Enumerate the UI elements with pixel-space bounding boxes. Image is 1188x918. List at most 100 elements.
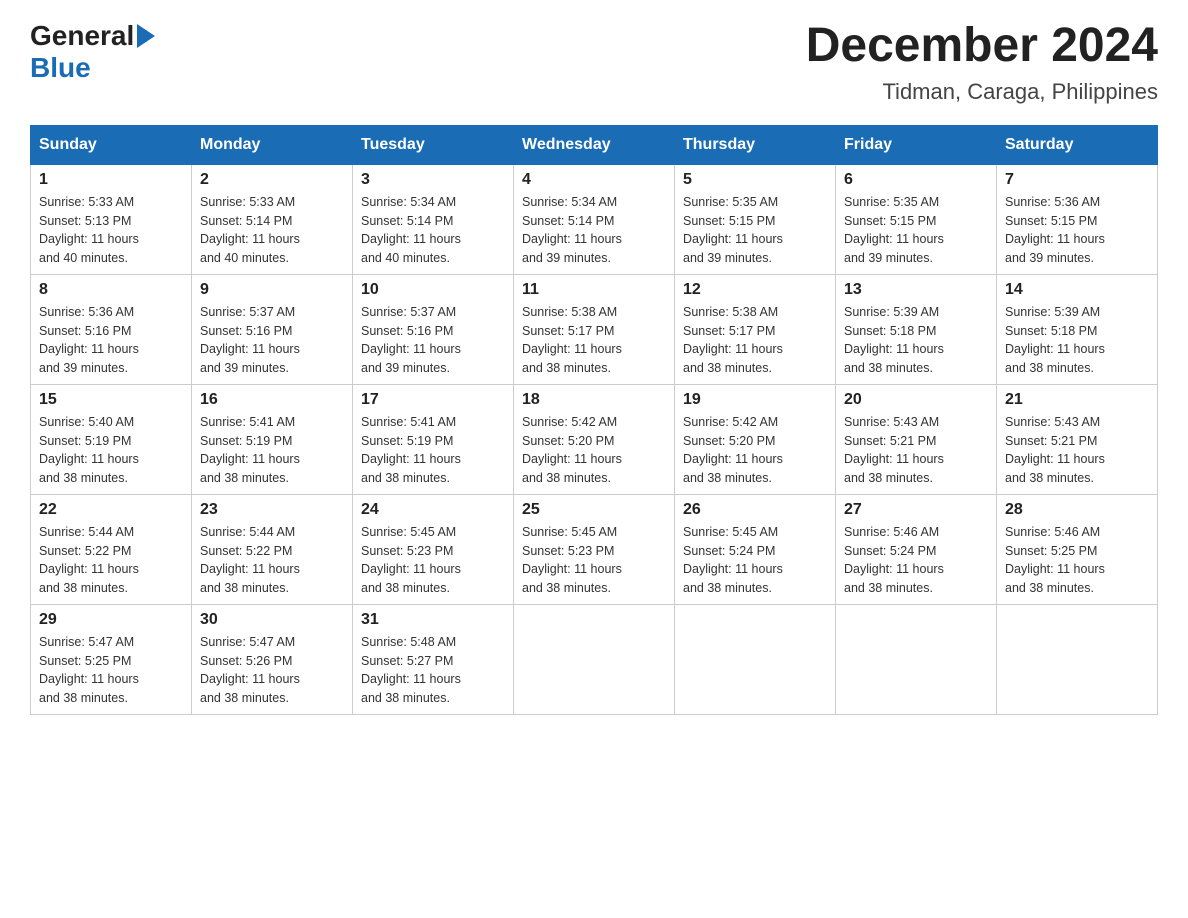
calendar-cell: 3 Sunrise: 5:34 AMSunset: 5:14 PMDaylight… <box>353 164 514 274</box>
calendar-cell: 28 Sunrise: 5:46 AMSunset: 5:25 PMDayligh… <box>997 494 1158 604</box>
page-header: General Blue December 2024 Tidman, Carag… <box>30 20 1158 105</box>
calendar-cell: 20 Sunrise: 5:43 AMSunset: 5:21 PMDayligh… <box>836 384 997 494</box>
calendar-cell <box>836 604 997 714</box>
day-number: 28 <box>1005 501 1149 519</box>
calendar-cell: 15Sunrise: 5:40 AMSunset: 5:19 PMDayligh… <box>31 384 192 494</box>
day-info: Sunrise: 5:44 AMSunset: 5:22 PMDaylight:… <box>39 523 183 598</box>
calendar-cell: 30Sunrise: 5:47 AMSunset: 5:26 PMDayligh… <box>192 604 353 714</box>
day-info: Sunrise: 5:34 AMSunset: 5:14 PMDaylight:… <box>361 193 505 268</box>
day-number: 24 <box>361 501 505 519</box>
logo-arrow-icon <box>137 24 155 48</box>
day-info: Sunrise: 5:37 AMSunset: 5:16 PMDaylight:… <box>200 303 344 378</box>
day-info: Sunrise: 5:39 AMSunset: 5:18 PMDaylight:… <box>844 303 988 378</box>
month-title: December 2024 <box>806 20 1158 73</box>
calendar-cell: 16 Sunrise: 5:41 AMSunset: 5:19 PMDayligh… <box>192 384 353 494</box>
day-info: Sunrise: 5:48 AMSunset: 5:27 PMDaylight:… <box>361 633 505 708</box>
day-number: 13 <box>844 281 988 299</box>
day-info: Sunrise: 5:42 AMSunset: 5:20 PMDaylight:… <box>522 413 666 488</box>
day-number: 20 <box>844 391 988 409</box>
calendar-body: 1 Sunrise: 5:33 AMSunset: 5:13 PMDaylight… <box>31 164 1158 714</box>
day-number: 6 <box>844 171 988 189</box>
calendar-cell <box>997 604 1158 714</box>
day-info: Sunrise: 5:38 AMSunset: 5:17 PMDaylight:… <box>522 303 666 378</box>
calendar-cell: 17 Sunrise: 5:41 AMSunset: 5:19 PMDayligh… <box>353 384 514 494</box>
day-info: Sunrise: 5:36 AMSunset: 5:16 PMDaylight:… <box>39 303 183 378</box>
day-number: 23 <box>200 501 344 519</box>
day-number: 11 <box>522 281 666 299</box>
day-number: 10 <box>361 281 505 299</box>
day-info: Sunrise: 5:46 AMSunset: 5:24 PMDaylight:… <box>844 523 988 598</box>
calendar-cell: 4 Sunrise: 5:34 AMSunset: 5:14 PMDaylight… <box>514 164 675 274</box>
logo-general-text: General <box>30 20 134 52</box>
day-number: 2 <box>200 171 344 189</box>
calendar-cell: 2Sunrise: 5:33 AMSunset: 5:14 PMDaylight… <box>192 164 353 274</box>
day-number: 21 <box>1005 391 1149 409</box>
day-number: 26 <box>683 501 827 519</box>
calendar-cell: 5 Sunrise: 5:35 AMSunset: 5:15 PMDaylight… <box>675 164 836 274</box>
calendar-cell: 27 Sunrise: 5:46 AMSunset: 5:24 PMDayligh… <box>836 494 997 604</box>
day-info: Sunrise: 5:44 AMSunset: 5:22 PMDaylight:… <box>200 523 344 598</box>
day-number: 8 <box>39 281 183 299</box>
day-number: 16 <box>200 391 344 409</box>
day-number: 27 <box>844 501 988 519</box>
day-info: Sunrise: 5:41 AMSunset: 5:19 PMDaylight:… <box>361 413 505 488</box>
day-number: 19 <box>683 391 827 409</box>
calendar-cell: 29 Sunrise: 5:47 AMSunset: 5:25 PMDayligh… <box>31 604 192 714</box>
days-of-week-row: SundayMondayTuesdayWednesdayThursdayFrid… <box>31 125 1158 164</box>
calendar-cell: 19 Sunrise: 5:42 AMSunset: 5:20 PMDayligh… <box>675 384 836 494</box>
day-number: 30 <box>200 611 344 629</box>
calendar-cell <box>675 604 836 714</box>
logo-blue-text: Blue <box>30 52 91 83</box>
day-of-week-header: Tuesday <box>353 125 514 164</box>
day-number: 9 <box>200 281 344 299</box>
day-info: Sunrise: 5:43 AMSunset: 5:21 PMDaylight:… <box>844 413 988 488</box>
title-section: December 2024 Tidman, Caraga, Philippine… <box>806 20 1158 105</box>
day-number: 3 <box>361 171 505 189</box>
calendar-cell: 31Sunrise: 5:48 AMSunset: 5:27 PMDayligh… <box>353 604 514 714</box>
day-number: 22 <box>39 501 183 519</box>
day-info: Sunrise: 5:35 AMSunset: 5:15 PMDaylight:… <box>683 193 827 268</box>
day-info: Sunrise: 5:43 AMSunset: 5:21 PMDaylight:… <box>1005 413 1149 488</box>
calendar-cell: 22 Sunrise: 5:44 AMSunset: 5:22 PMDayligh… <box>31 494 192 604</box>
calendar-cell: 18Sunrise: 5:42 AMSunset: 5:20 PMDayligh… <box>514 384 675 494</box>
day-number: 7 <box>1005 171 1149 189</box>
calendar-cell: 7Sunrise: 5:36 AMSunset: 5:15 PMDaylight… <box>997 164 1158 274</box>
day-number: 29 <box>39 611 183 629</box>
day-info: Sunrise: 5:34 AMSunset: 5:14 PMDaylight:… <box>522 193 666 268</box>
calendar-cell: 6 Sunrise: 5:35 AMSunset: 5:15 PMDaylight… <box>836 164 997 274</box>
day-of-week-header: Monday <box>192 125 353 164</box>
calendar-cell: 13 Sunrise: 5:39 AMSunset: 5:18 PMDayligh… <box>836 274 997 384</box>
day-of-week-header: Saturday <box>997 125 1158 164</box>
calendar-week-row: 22 Sunrise: 5:44 AMSunset: 5:22 PMDayligh… <box>31 494 1158 604</box>
day-info: Sunrise: 5:38 AMSunset: 5:17 PMDaylight:… <box>683 303 827 378</box>
day-number: 4 <box>522 171 666 189</box>
calendar-cell: 11 Sunrise: 5:38 AMSunset: 5:17 PMDayligh… <box>514 274 675 384</box>
day-number: 17 <box>361 391 505 409</box>
day-info: Sunrise: 5:45 AMSunset: 5:23 PMDaylight:… <box>361 523 505 598</box>
calendar-cell: 12Sunrise: 5:38 AMSunset: 5:17 PMDayligh… <box>675 274 836 384</box>
day-info: Sunrise: 5:33 AMSunset: 5:13 PMDaylight:… <box>39 193 183 268</box>
calendar-cell: 23 Sunrise: 5:44 AMSunset: 5:22 PMDayligh… <box>192 494 353 604</box>
day-info: Sunrise: 5:42 AMSunset: 5:20 PMDaylight:… <box>683 413 827 488</box>
day-info: Sunrise: 5:46 AMSunset: 5:25 PMDaylight:… <box>1005 523 1149 598</box>
calendar-cell: 8 Sunrise: 5:36 AMSunset: 5:16 PMDaylight… <box>31 274 192 384</box>
calendar-week-row: 29 Sunrise: 5:47 AMSunset: 5:25 PMDayligh… <box>31 604 1158 714</box>
day-info: Sunrise: 5:47 AMSunset: 5:25 PMDaylight:… <box>39 633 183 708</box>
day-number: 5 <box>683 171 827 189</box>
day-of-week-header: Wednesday <box>514 125 675 164</box>
calendar-table: SundayMondayTuesdayWednesdayThursdayFrid… <box>30 125 1158 715</box>
day-info: Sunrise: 5:41 AMSunset: 5:19 PMDaylight:… <box>200 413 344 488</box>
day-number: 1 <box>39 171 183 189</box>
day-number: 14 <box>1005 281 1149 299</box>
day-info: Sunrise: 5:35 AMSunset: 5:15 PMDaylight:… <box>844 193 988 268</box>
calendar-cell: 26Sunrise: 5:45 AMSunset: 5:24 PMDayligh… <box>675 494 836 604</box>
calendar-week-row: 15Sunrise: 5:40 AMSunset: 5:19 PMDayligh… <box>31 384 1158 494</box>
calendar-header: SundayMondayTuesdayWednesdayThursdayFrid… <box>31 125 1158 164</box>
calendar-cell: 24 Sunrise: 5:45 AMSunset: 5:23 PMDayligh… <box>353 494 514 604</box>
day-info: Sunrise: 5:45 AMSunset: 5:23 PMDaylight:… <box>522 523 666 598</box>
calendar-cell <box>514 604 675 714</box>
calendar-cell: 14Sunrise: 5:39 AMSunset: 5:18 PMDayligh… <box>997 274 1158 384</box>
calendar-cell: 21 Sunrise: 5:43 AMSunset: 5:21 PMDayligh… <box>997 384 1158 494</box>
location-title: Tidman, Caraga, Philippines <box>806 79 1158 105</box>
day-of-week-header: Sunday <box>31 125 192 164</box>
